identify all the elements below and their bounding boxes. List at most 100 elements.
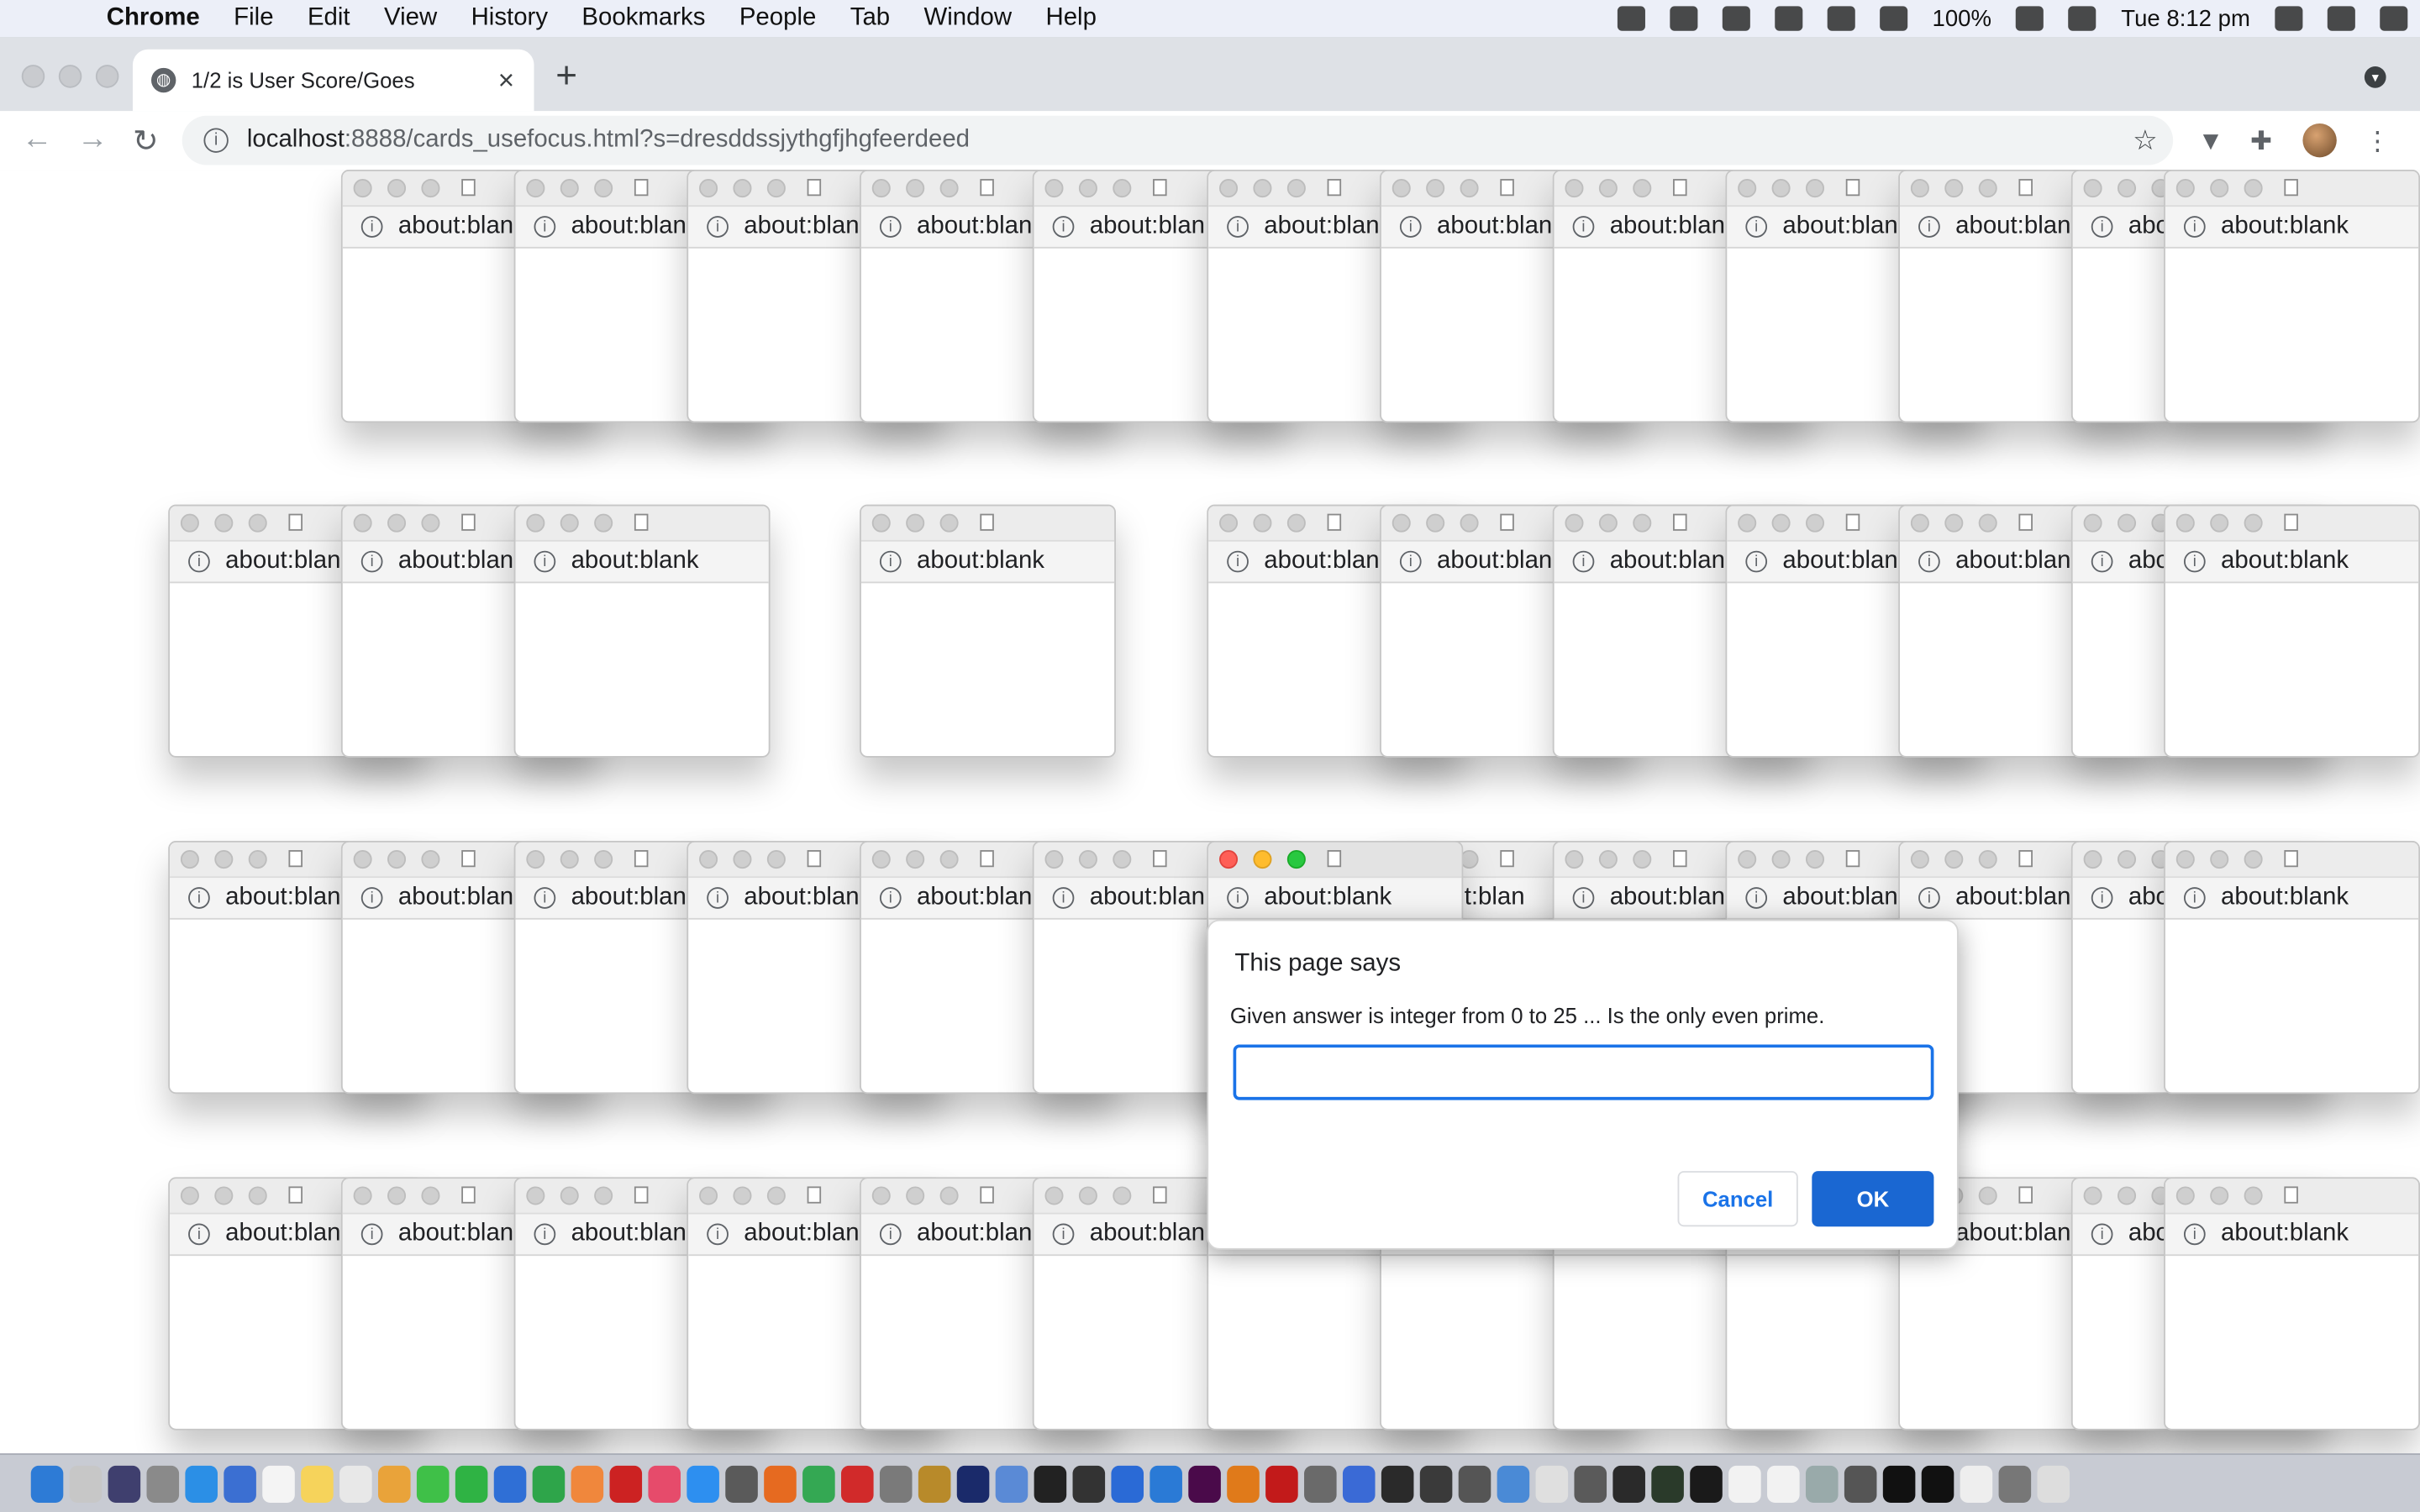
minimize-window-icon[interactable]	[2118, 1186, 2137, 1205]
close-window-icon[interactable]	[526, 850, 545, 869]
battery-percent[interactable]: 100%	[1933, 5, 1991, 31]
reload-icon[interactable]: ↻	[133, 122, 159, 160]
zoom-window-icon[interactable]	[1113, 1186, 1132, 1205]
extensions-puzzle-icon[interactable]: ✚	[2250, 127, 2272, 158]
minimize-window-icon[interactable]	[2210, 513, 2229, 533]
close-window-icon[interactable]	[1565, 179, 1584, 198]
minimize-window-icon[interactable]	[387, 179, 407, 198]
menu-tab[interactable]: Tab	[834, 0, 908, 37]
dock-finder-b-icon[interactable]	[1342, 1465, 1376, 1503]
malwarebytes-icon[interactable]	[1670, 6, 1698, 31]
minimize-window-icon[interactable]	[2210, 1186, 2229, 1205]
tab-active[interactable]: ◍ 1/2 is User Score/Goes ×	[132, 49, 534, 112]
close-tab-icon[interactable]: ×	[491, 64, 522, 97]
menu-bookmarks[interactable]: Bookmarks	[565, 0, 722, 37]
zoom-window-icon[interactable]	[2244, 179, 2263, 198]
dock-android-icon[interactable]	[725, 1465, 758, 1503]
minimize-window-icon[interactable]	[387, 1186, 407, 1205]
dock-safari-icon[interactable]	[185, 1465, 218, 1503]
dock-github-icon[interactable]	[1882, 1465, 1916, 1503]
zoom-window-icon[interactable]	[1978, 179, 1997, 198]
zoom-window-icon[interactable]	[766, 850, 786, 869]
dock-textedit-icon[interactable]	[339, 1465, 372, 1503]
zoom-window-icon[interactable]	[939, 1186, 959, 1205]
zoom-window-icon[interactable]	[1460, 513, 1479, 533]
minimize-window-icon[interactable]	[560, 1186, 579, 1205]
close-window-icon[interactable]	[1738, 179, 1757, 198]
dock-git-icon[interactable]	[1497, 1465, 1530, 1503]
dock-font-book-icon[interactable]	[1381, 1465, 1414, 1503]
popup-window[interactable]: i about:blank	[2164, 504, 2420, 758]
close-window-icon[interactable]	[1910, 850, 1929, 869]
dock-photos-icon[interactable]	[378, 1465, 411, 1503]
zoom-window-icon[interactable]	[1633, 513, 1652, 533]
dock-music-icon[interactable]	[648, 1465, 681, 1503]
close-window-icon[interactable]	[1565, 513, 1584, 533]
minimize-window-icon[interactable]	[387, 850, 407, 869]
close-window-icon[interactable]	[871, 850, 891, 869]
popup-titlebar[interactable]	[860, 506, 1115, 542]
dock-vlc-icon[interactable]	[1227, 1465, 1260, 1503]
close-window-icon[interactable]	[1738, 513, 1757, 533]
zoom-window-icon[interactable]	[766, 1186, 786, 1205]
zoom-window-icon[interactable]	[421, 1186, 440, 1205]
dock-xcode-icon[interactable]	[1111, 1465, 1144, 1503]
dock-notes-icon[interactable]	[301, 1465, 334, 1503]
minimize-window-icon[interactable]	[1771, 850, 1791, 869]
dock-opera-icon[interactable]	[841, 1465, 874, 1503]
zoom-window-icon[interactable]	[1286, 179, 1306, 198]
menu-file[interactable]: File	[217, 0, 291, 37]
new-tab-icon[interactable]: +	[555, 55, 577, 98]
dock-numbers-icon[interactable]	[532, 1465, 566, 1503]
zoom-window-icon[interactable]	[1286, 850, 1306, 869]
popup-titlebar[interactable]	[2165, 171, 2419, 207]
close-window-icon[interactable]	[1392, 179, 1411, 198]
close-window-icon[interactable]	[2175, 513, 2195, 533]
zoom-window-icon[interactable]	[2244, 513, 2263, 533]
close-window-icon[interactable]	[180, 513, 199, 533]
close-window-icon[interactable]	[180, 850, 199, 869]
zoom-window-icon[interactable]	[421, 179, 440, 198]
dock-sequel-icon[interactable]	[879, 1465, 913, 1503]
close-window-icon[interactable]	[1044, 1186, 1064, 1205]
dock-pages-icon[interactable]	[571, 1465, 604, 1503]
minimize-window-icon[interactable]	[1944, 850, 1964, 869]
close-window-icon[interactable]	[1219, 850, 1239, 869]
close-window-icon[interactable]	[526, 513, 545, 533]
minimize-window-icon[interactable]	[2118, 513, 2137, 533]
zoom-window-icon[interactable]	[2244, 850, 2263, 869]
popup-window[interactable]: i about:blank	[513, 504, 771, 758]
minimize-window-icon[interactable]	[560, 179, 579, 198]
minimize-window-icon[interactable]	[1253, 179, 1272, 198]
close-window-icon[interactable]	[353, 513, 372, 533]
close-window-icon[interactable]	[1044, 179, 1064, 198]
zoom-window-icon[interactable]	[1286, 513, 1306, 533]
dock-terminal-b-icon[interactable]	[1612, 1465, 1645, 1503]
minimize-window-icon[interactable]	[2118, 179, 2137, 198]
dock-rocket-icon[interactable]	[146, 1465, 180, 1503]
minimize-window-icon[interactable]	[560, 513, 579, 533]
dock-keynote-icon[interactable]	[493, 1465, 527, 1503]
zoom-window-icon[interactable]	[1113, 850, 1132, 869]
zoom-window-icon[interactable]	[421, 850, 440, 869]
zoom-window-icon[interactable]	[1113, 179, 1132, 198]
dock-firefox-icon[interactable]	[764, 1465, 797, 1503]
minimize-window-icon[interactable]	[906, 179, 925, 198]
tab-search-icon[interactable]: ▾	[2364, 66, 2386, 88]
dock-cleanup-icon[interactable]	[1574, 1465, 1607, 1503]
close-window-icon[interactable]	[1219, 179, 1239, 198]
close-window-icon[interactable]	[2083, 850, 2102, 869]
minimize-window-icon[interactable]	[1944, 513, 1964, 533]
volume-icon[interactable]	[1880, 6, 1908, 31]
zoom-window-icon[interactable]	[1805, 513, 1825, 533]
chrome-menu-icon[interactable]: ⋮	[2365, 127, 2391, 158]
keyboard-icon[interactable]	[2068, 6, 2096, 31]
close-window-icon[interactable]	[699, 850, 718, 869]
dock-list-icon[interactable]	[1998, 1465, 2032, 1503]
minimize-window-icon[interactable]	[2118, 850, 2137, 869]
minimize-window-icon[interactable]	[1253, 850, 1272, 869]
minimize-window-icon[interactable]	[906, 513, 925, 533]
dock-blocked-icon[interactable]	[609, 1465, 643, 1503]
close-window-icon[interactable]	[2083, 179, 2102, 198]
zoom-window-icon[interactable]	[1460, 179, 1479, 198]
